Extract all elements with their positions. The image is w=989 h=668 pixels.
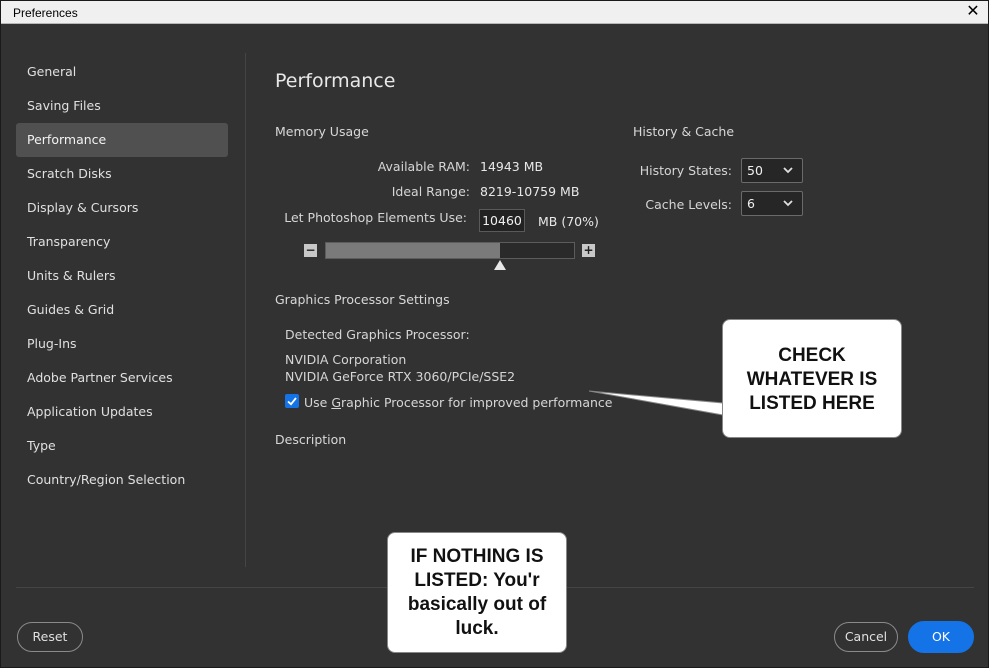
callout1-line: WHATEVER IS bbox=[746, 369, 878, 390]
history-states-label: History States: bbox=[639, 163, 732, 178]
callout2-line: luck. bbox=[455, 618, 499, 639]
title-bar: Preferences ✕ bbox=[1, 1, 988, 24]
use-gpu-label-pre: Use bbox=[304, 395, 332, 410]
callout-pointer bbox=[589, 390, 724, 416]
history-cache-heading: History & Cache bbox=[633, 124, 735, 139]
chevron-down-icon bbox=[783, 167, 793, 174]
history-states-select[interactable]: 50 bbox=[741, 158, 803, 183]
ideal-range-label: Ideal Range: bbox=[391, 184, 470, 199]
close-icon[interactable]: ✕ bbox=[964, 2, 982, 20]
checkmark-icon bbox=[287, 397, 297, 406]
sidebar-item-application-updates[interactable]: Application Updates bbox=[16, 395, 228, 429]
sidebar-item-performance[interactable]: Performance bbox=[16, 123, 228, 157]
ideal-range-value: 8219-10759 MB bbox=[480, 184, 580, 199]
sidebar-item-saving-files[interactable]: Saving Files bbox=[16, 89, 228, 123]
sidebar-item-display-cursors[interactable]: Display & Cursors bbox=[16, 191, 228, 225]
cache-levels-select[interactable]: 6 bbox=[741, 191, 803, 216]
cache-levels-value: 6 bbox=[747, 196, 755, 211]
memory-use-input[interactable]: 10460 bbox=[479, 209, 525, 232]
sidebar-item-transparency[interactable]: Transparency bbox=[16, 225, 228, 259]
page-title: Performance bbox=[275, 70, 396, 92]
callout2-line: basically out of bbox=[407, 594, 547, 615]
memory-slider[interactable] bbox=[325, 242, 575, 259]
preferences-window: Preferences ✕ General Saving Files Perfo… bbox=[0, 0, 989, 668]
cancel-button[interactable]: Cancel bbox=[834, 622, 898, 652]
available-ram-label: Available RAM: bbox=[377, 159, 470, 174]
memory-use-label: Let Photoshop Elements Use: bbox=[284, 210, 467, 225]
history-states-value: 50 bbox=[747, 163, 763, 178]
sidebar-item-general[interactable]: General bbox=[16, 55, 228, 89]
description-heading: Description bbox=[275, 432, 347, 447]
use-gpu-label[interactable]: Use Graphic Processor for improved perfo… bbox=[304, 395, 612, 410]
sidebar-item-units-rulers[interactable]: Units & Rulers bbox=[16, 259, 228, 293]
available-ram-value: 14943 MB bbox=[480, 159, 544, 174]
use-gpu-label-accel: G bbox=[331, 395, 342, 410]
reset-button[interactable]: Reset bbox=[17, 622, 83, 652]
detected-gpu-label: Detected Graphics Processor: bbox=[285, 327, 470, 342]
annotation-callout-nothing-listed: IF NOTHING IS LISTED: You'r basically ou… bbox=[387, 532, 567, 653]
use-gpu-checkbox[interactable] bbox=[285, 394, 299, 408]
memory-slider-handle[interactable] bbox=[494, 260, 506, 270]
annotation-callout-check: CHECK WHATEVER IS LISTED HERE bbox=[722, 319, 902, 438]
cache-levels-label: Cache Levels: bbox=[645, 197, 732, 212]
chevron-down-icon bbox=[783, 200, 793, 207]
memory-use-suffix: MB (70%) bbox=[538, 214, 599, 229]
memory-slider-fill bbox=[326, 243, 500, 258]
plus-icon[interactable]: + bbox=[582, 244, 595, 257]
minus-icon[interactable]: − bbox=[304, 244, 317, 257]
vertical-divider bbox=[245, 53, 246, 567]
sidebar: General Saving Files Performance Scratch… bbox=[16, 55, 228, 497]
sidebar-item-plug-ins[interactable]: Plug-Ins bbox=[16, 327, 228, 361]
callout1-line: LISTED HERE bbox=[749, 393, 875, 414]
memory-usage-heading: Memory Usage bbox=[275, 124, 369, 139]
sidebar-item-adobe-partner-services[interactable]: Adobe Partner Services bbox=[16, 361, 228, 395]
window-title: Preferences bbox=[13, 6, 78, 20]
gpu-model: NVIDIA GeForce RTX 3060/PCIe/SSE2 bbox=[285, 369, 516, 384]
callout2-line: IF NOTHING IS bbox=[410, 546, 544, 567]
gpu-vendor: NVIDIA Corporation bbox=[285, 352, 407, 367]
ok-button[interactable]: OK bbox=[908, 621, 974, 653]
sidebar-item-guides-grid[interactable]: Guides & Grid bbox=[16, 293, 228, 327]
sidebar-item-scratch-disks[interactable]: Scratch Disks bbox=[16, 157, 228, 191]
sidebar-item-country-region[interactable]: Country/Region Selection bbox=[16, 463, 228, 497]
callout1-line: CHECK bbox=[778, 345, 846, 366]
sidebar-item-type[interactable]: Type bbox=[16, 429, 228, 463]
callout2-line: LISTED: You'r bbox=[414, 570, 540, 591]
gpu-settings-heading: Graphics Processor Settings bbox=[275, 292, 450, 307]
use-gpu-label-post: raphic Processor for improved performanc… bbox=[341, 395, 613, 410]
